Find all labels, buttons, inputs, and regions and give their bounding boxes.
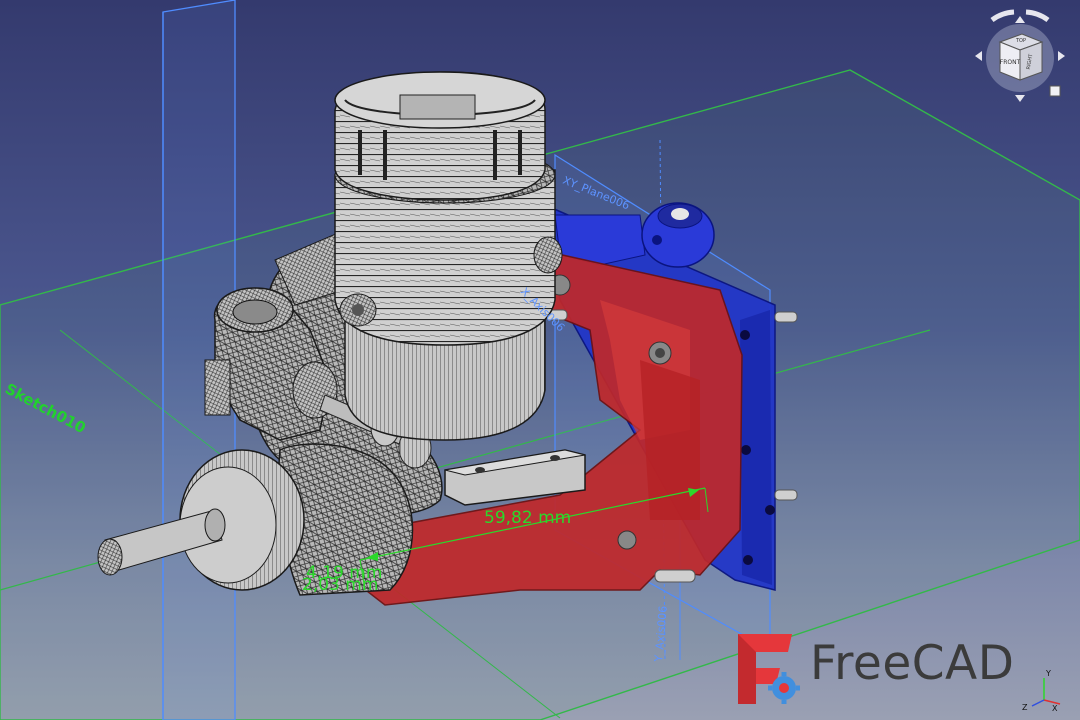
dimension-gap-label[interactable]: 2,03 mm <box>302 575 378 595</box>
model-scene[interactable]: XY_Plane006 X_Axis006 Y_Axis006 Sketch01… <box>0 0 1080 720</box>
freecad-logo: FreeCAD <box>732 628 1032 708</box>
freecad-logo-icon <box>738 634 800 704</box>
freecad-logo-text: FreeCAD <box>810 636 1015 691</box>
cylinder-head[interactable] <box>334 71 546 201</box>
rotate-left-icon[interactable] <box>990 9 1015 23</box>
view-menu-icon[interactable] <box>1049 85 1061 97</box>
3d-viewport[interactable]: XY_Plane006 X_Axis006 Y_Axis006 Sketch01… <box>0 0 1080 720</box>
navigation-cube[interactable]: FRONT TOP RIGHT <box>970 6 1070 106</box>
arrow-right-icon[interactable] <box>1058 51 1065 61</box>
axis-x-label: X <box>1052 704 1058 712</box>
rotate-right-icon[interactable] <box>1025 9 1050 23</box>
dimension-length-label[interactable]: 59,82 mm <box>484 508 571 528</box>
nav-cube-top[interactable]: TOP <box>1015 38 1026 44</box>
arrow-up-icon[interactable] <box>1015 16 1025 23</box>
arrow-down-icon[interactable] <box>1015 95 1025 102</box>
arrow-left-icon[interactable] <box>975 51 982 61</box>
nav-cube-body[interactable]: FRONT TOP RIGHT <box>998 33 1044 81</box>
nav-cube-front[interactable]: FRONT <box>1000 59 1021 66</box>
axis-y-label: Y <box>1045 669 1051 678</box>
